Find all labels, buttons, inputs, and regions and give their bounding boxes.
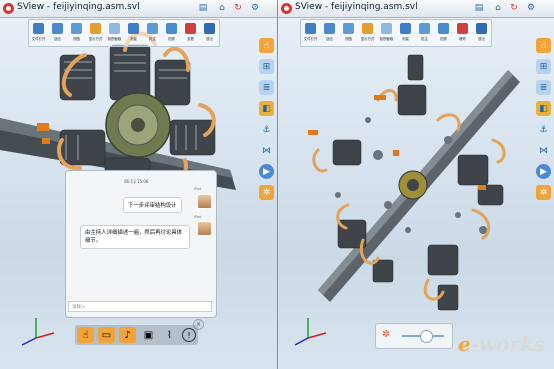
tool-open-file[interactable]: 文件打开 [301,20,320,46]
tool-photo[interactable]: 拍照 [434,20,453,46]
attachment-icon[interactable]: ⌇ [161,327,178,343]
tool-fit[interactable]: 适应 [48,20,67,46]
bottom-toolbar: ☝ ▭ ♪ ▣ ⌇ ! [75,325,198,345]
window-title: SView - feijiyinqing.asm.svl [295,2,418,12]
chat-username: iPad [194,215,202,219]
chat-timestamp: 06-13 15:08 [124,179,149,184]
chat-username: iPad [194,187,202,191]
side-toolbar: ☝ ⊞ ≣ ◧ ⚓ ⋈ ▶ ✲ [536,38,552,206]
left-panel: SView - feijiyinqing.asm.svl ▤ ⌂ ↻ ⚙ 文件打… [0,0,277,369]
gesture-icon[interactable]: ☝ [77,327,94,343]
refresh-icon[interactable]: ↻ [509,3,519,13]
home-icon[interactable]: ⌂ [217,3,227,13]
exploded-model-view[interactable] [278,0,554,369]
layers-icon[interactable]: ≣ [259,80,274,95]
share-icon[interactable]: ⋈ [259,143,274,158]
play-icon[interactable]: ▶ [536,164,551,179]
camera-icon[interactable]: ▣ [140,327,157,343]
avatar [197,221,212,236]
tool-annotate[interactable]: 批注 [415,20,434,46]
settings-icon[interactable]: ⚙ [526,3,536,13]
sview-logo-icon [281,3,292,14]
axis-icon[interactable]: ⊞ [536,59,551,74]
chat-message: 由主持人详细描述一遍，然后再讨论具体细节。 [80,225,190,249]
watermark: e-works [458,332,546,356]
tool-inspect[interactable]: 查看 [181,20,200,46]
tool-view[interactable]: 视图 [339,20,358,46]
tool-section[interactable]: 剖视截取 [105,20,124,46]
folder-icon[interactable]: ▤ [198,3,208,13]
avatar [197,194,212,209]
tool-explode[interactable]: 爆炸 [453,20,472,46]
tool-open-file[interactable]: 文件打开 [29,20,48,46]
tool-view[interactable]: 视图 [67,20,86,46]
chat-input[interactable]: 请输入 [68,301,212,312]
layers-icon[interactable]: ≣ [536,80,551,95]
settings-icon[interactable]: ⚙ [250,3,260,13]
split-screen: SView - feijiyinqing.asm.svl ▤ ⌂ ↻ ⚙ 文件打… [0,0,554,369]
axis-icon[interactable]: ⊞ [259,59,274,74]
refresh-icon[interactable]: ↻ [233,3,243,13]
hand-icon[interactable]: ☝ [259,38,274,53]
explode-icon[interactable]: ✲ [536,185,551,200]
play-icon[interactable]: ▶ [259,164,274,179]
tool-exit[interactable]: 退出 [200,20,219,46]
microphone-icon[interactable]: ♪ [119,327,136,343]
tool-display-mode[interactable]: 显示方式 [358,20,377,46]
chat-icon[interactable]: ▭ [98,327,115,343]
explode-icon[interactable]: ✲ [259,185,274,200]
tool-photo[interactable]: 拍照 [162,20,181,46]
chat-message: 下一步评审结构设计 [123,197,182,213]
main-toolbar: 文件打开 适应 视图 显示方式 剖视截取 测量 批注 拍照 查看 退出 [28,19,220,47]
slider-handle[interactable] [419,330,433,343]
anchor-icon[interactable]: ⚓ [536,122,551,137]
title-bar: SView - feijiyinqing.asm.svl ▤ ⌂ ↻ ⚙ [0,0,277,18]
explode-slider: ✲ [375,323,453,349]
tool-display-mode[interactable]: 显示方式 [86,20,105,46]
sview-logo-icon [3,3,14,14]
tool-exit[interactable]: 退出 [472,20,491,46]
tool-annotate[interactable]: 批注 [143,20,162,46]
side-toolbar: ☝ ⊞ ≣ ◧ ⚓ ⋈ ▶ ✲ [259,38,275,206]
tool-measure[interactable]: 测量 [124,20,143,46]
tool-section[interactable]: 剖视截取 [377,20,396,46]
cube-icon[interactable]: ◧ [259,101,274,116]
main-toolbar: 文件打开 适应 视图 显示方式 剖视截取 测量 批注 拍照 爆炸 退出 [300,19,492,47]
explode-icon: ✲ [382,329,391,340]
chat-panel: 06-13 15:08 iPad 下一步评审结构设计 iPad 由主持人详细描述… [65,170,217,318]
right-panel: SView - feijiyinqing.asm.svl ▤ ⌂ ↻ ⚙ 文件打… [278,0,554,369]
share-icon[interactable]: ⋈ [536,143,551,158]
folder-icon[interactable]: ▤ [474,3,484,13]
window-title: SView - feijiyinqing.asm.svl [17,2,140,12]
title-bar: SView - feijiyinqing.asm.svl ▤ ⌂ ↻ ⚙ [278,0,554,18]
home-icon[interactable]: ⌂ [493,3,503,13]
anchor-icon[interactable]: ⚓ [259,122,274,137]
tool-measure[interactable]: 测量 [396,20,415,46]
cube-icon[interactable]: ◧ [536,101,551,116]
hand-icon[interactable]: ☝ [536,38,551,53]
info-icon[interactable]: ! [182,328,196,342]
tool-fit[interactable]: 适应 [320,20,339,46]
